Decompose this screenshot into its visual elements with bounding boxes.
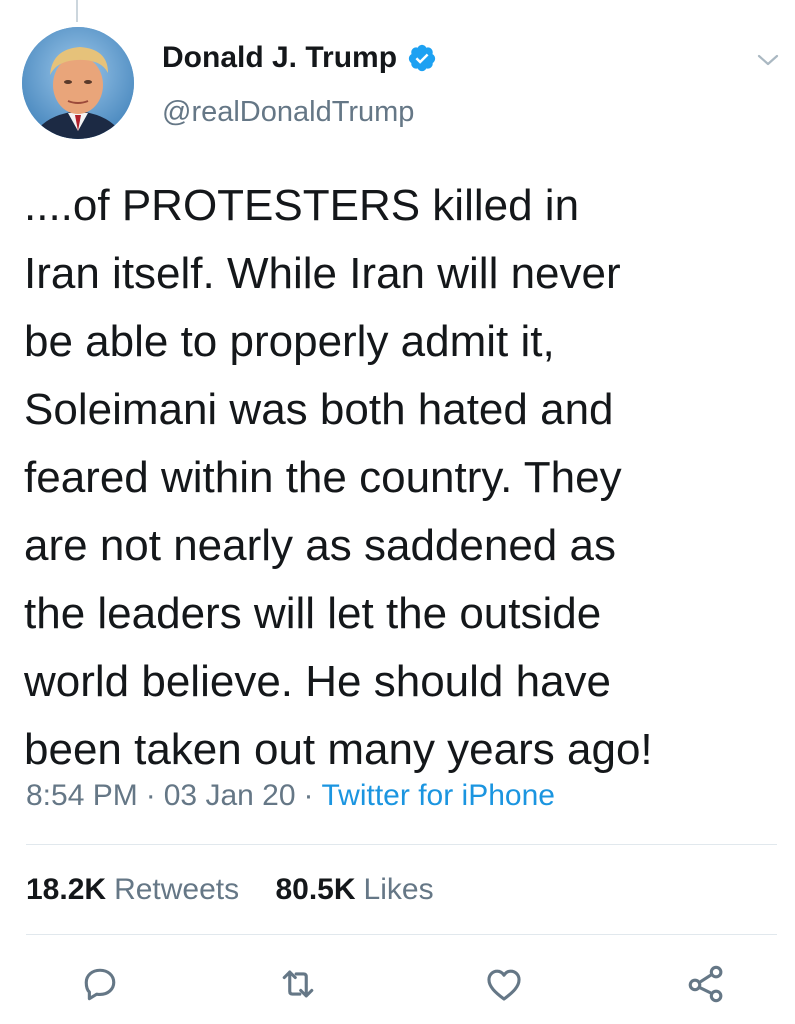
tweet-actions-bar <box>0 962 795 1012</box>
likes-label: Likes <box>363 873 434 906</box>
author-display-name[interactable]: Donald J. Trump <box>162 40 397 76</box>
likes-stat[interactable]: 80.5K Likes <box>275 872 433 908</box>
chevron-down-icon[interactable] <box>756 52 780 68</box>
tweet-date[interactable]: 03 Jan 20 <box>164 779 296 812</box>
reply-icon[interactable] <box>78 962 122 1006</box>
tweet-text-line: Soleimani was both hated and <box>24 385 614 434</box>
author-handle[interactable]: @realDonaldTrump <box>162 95 414 129</box>
tweet-text-line: Iran itself. While Iran will never <box>24 249 621 298</box>
tweet-text-line: world believe. He should have <box>24 657 612 706</box>
tweet-text-line: ....of PROTESTERS killed in <box>24 181 580 230</box>
engagement-stats: 18.2K Retweets 80.5K Likes <box>26 872 462 908</box>
retweets-stat[interactable]: 18.2K Retweets <box>26 872 239 908</box>
author-name-row: Donald J. Trump <box>162 40 437 76</box>
avatar[interactable] <box>22 27 134 139</box>
tweet-source-link[interactable]: Twitter for iPhone <box>322 779 555 812</box>
tweet-text-line: be able to properly admit it, <box>24 317 555 366</box>
tweet-text-line: are not nearly as saddened as <box>24 521 616 570</box>
heart-icon[interactable] <box>482 962 526 1006</box>
tweet-time[interactable]: 8:54 PM <box>26 779 138 812</box>
divider <box>26 934 777 935</box>
divider <box>26 844 777 845</box>
tweet-text-line: been taken out many years ago! <box>24 725 653 774</box>
thread-connector-line <box>76 0 78 22</box>
retweets-count: 18.2K <box>26 873 107 906</box>
tweet-text: ....of PROTESTERS killed in Iran itself.… <box>24 172 784 784</box>
meta-separator: · <box>145 779 156 812</box>
tweet-text-line: feared within the country. They <box>24 453 622 502</box>
likes-count: 80.5K <box>275 873 356 906</box>
retweet-icon[interactable] <box>276 962 320 1006</box>
share-icon[interactable] <box>684 962 728 1006</box>
tweet-text-line: the leaders will let the outside <box>24 589 602 638</box>
verified-badge-icon <box>407 43 437 73</box>
tweet-metadata: 8:54 PM · 03 Jan 20 · Twitter for iPhone <box>26 778 555 814</box>
retweets-label: Retweets <box>114 873 240 906</box>
meta-separator: · <box>303 779 314 812</box>
